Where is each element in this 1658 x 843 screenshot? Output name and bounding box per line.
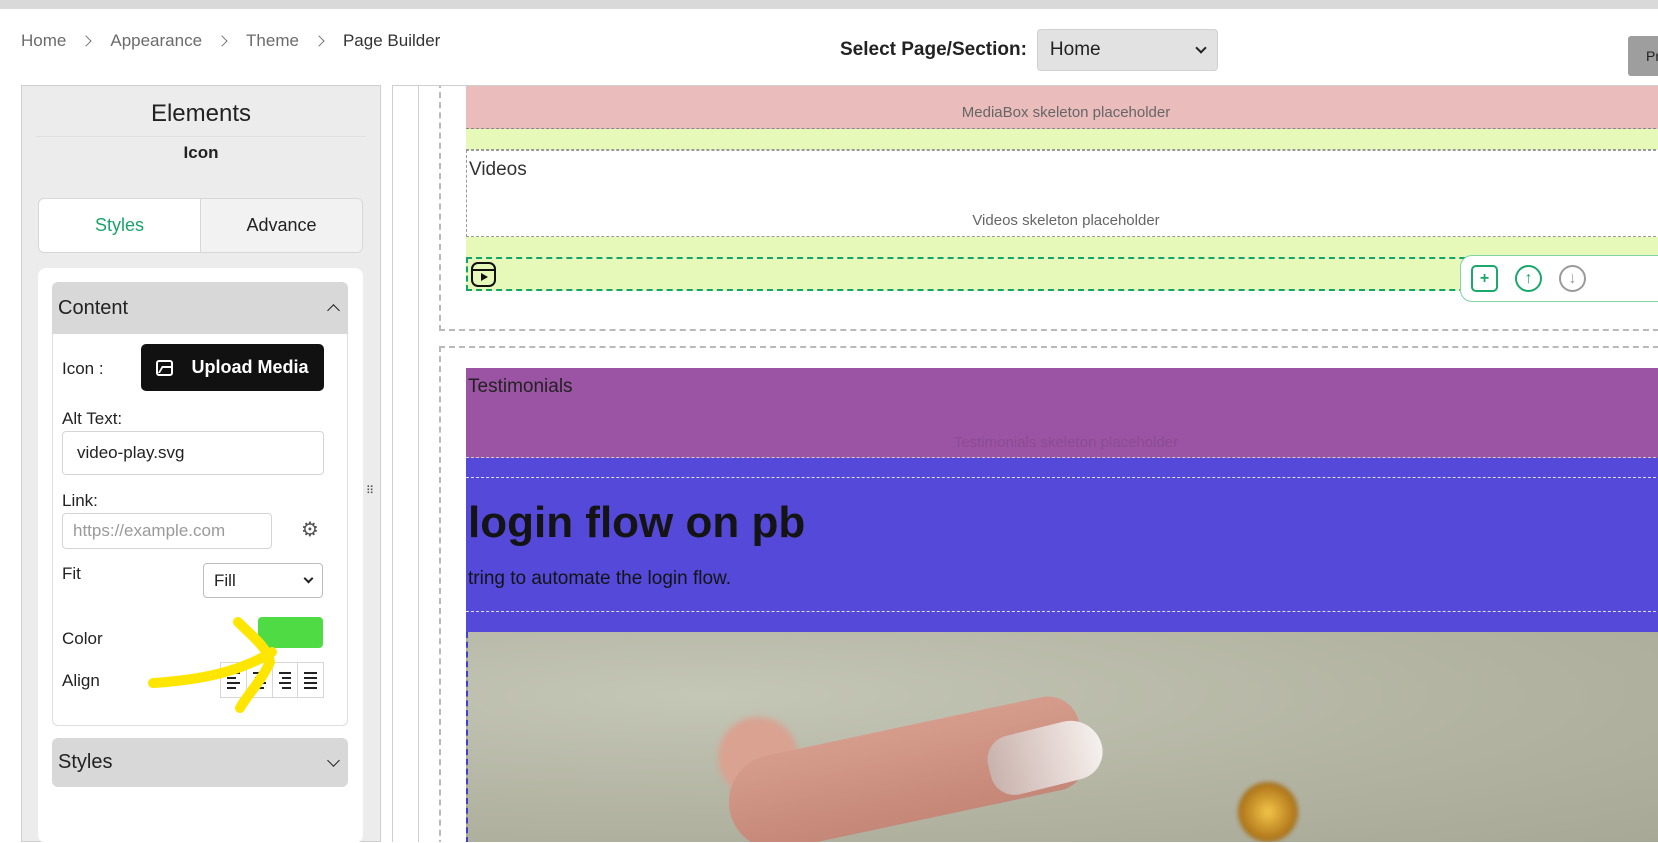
videos-title: Videos [469,159,527,180]
testimonials-title: Testimonials [468,376,573,397]
chevron-right-icon [80,35,93,47]
elements-panel: Elements Icon Styles Advance Content Ico… [21,85,381,843]
move-up-icon[interactable]: ↑ [1515,265,1542,292]
content-accordion-header[interactable]: Content [52,282,348,334]
gear-icon[interactable]: ⚙ [301,517,319,542]
testimonials-placeholder: Testimonials skeleton placeholder [953,434,1179,451]
panel-subtitle: Icon [36,136,366,163]
content-accordion-body: Icon : Upload Media Alt Text: video-play… [52,334,348,726]
icon-label: Icon : [62,359,104,378]
hero-photo[interactable] [466,632,1658,842]
panel-resize-handle[interactable]: ⠿ [366,486,374,506]
move-down-icon[interactable]: ↓ [1559,265,1586,292]
mediabox-block[interactable]: MediaBox skeleton placeholder [466,86,1658,129]
page-section-selector: Select Page/Section: Home [840,29,1218,71]
content-accordion-title: Content [58,296,129,319]
color-label: Color [62,629,103,648]
fit-select-value: Fill [214,570,236,590]
chevron-down-icon [303,573,314,584]
align-center-button[interactable] [247,663,273,697]
element-toolbar: + ↑ ↓ [1460,255,1658,302]
tab-styles[interactable]: Styles [39,199,201,252]
spacer-strip [466,612,1658,632]
breadcrumb-theme[interactable]: Theme [246,31,299,51]
align-justify-button[interactable] [298,663,323,697]
alt-text-input[interactable]: video-play.svg [62,431,324,475]
fit-label: Fit [62,564,81,583]
spacer-strip [466,458,1658,478]
alt-text-label: Alt Text: [62,409,123,428]
chevron-down-icon [327,753,340,767]
breadcrumb-appearance[interactable]: Appearance [110,31,202,51]
tab-advance[interactable]: Advance [201,199,362,252]
spacer-strip [466,129,1658,150]
settings-card: Content Icon : Upload Media Alt Text: vi… [38,268,363,843]
preview-button[interactable]: Pr [1628,36,1658,76]
hero-title: login flow on pb [468,498,806,547]
mediabox-placeholder: MediaBox skeleton placeholder [961,104,1171,121]
spacer-strip [466,237,1658,257]
link-input[interactable]: https://example.com [62,513,272,549]
builder-canvas: MediaBox skeleton placeholder Videos Vid… [392,85,1658,842]
breadcrumb: Home Appearance Theme Page Builder [21,31,440,51]
image-icon [156,359,174,376]
breadcrumb-home[interactable]: Home [21,31,66,51]
testimonials-block[interactable]: Testimonials Testimonials skeleton place… [466,368,1658,458]
align-label: Align [62,671,100,690]
duplicate-icon[interactable]: + [1471,265,1498,292]
hero-block[interactable]: login flow on pb tring to automate the l… [466,478,1658,612]
videos-placeholder: Videos skeleton placeholder [972,212,1160,229]
panel-title: Elements [150,100,252,127]
styles-accordion-header[interactable]: Styles [52,738,348,787]
canvas-page: MediaBox skeleton placeholder Videos Vid… [418,86,1658,842]
page-select-dropdown[interactable]: Home [1036,29,1218,71]
panel-tabs: Styles Advance [38,198,363,253]
video-play-icon[interactable] [471,262,496,287]
chevron-right-icon [313,35,325,47]
photo-gold-object [1238,782,1298,842]
fit-select[interactable]: Fill [203,563,323,598]
upload-media-label: Upload Media [191,357,309,377]
breadcrumb-page-builder: Page Builder [342,31,441,50]
hero-text: tring to automate the login flow. [468,568,731,589]
page-select-value: Home [1049,39,1101,60]
align-left-button[interactable] [221,663,247,697]
chevron-down-icon [1195,42,1207,54]
page-select-label: Select Page/Section: [840,39,1027,60]
videos-block[interactable]: Videos Videos skeleton placeholder [466,150,1658,237]
browser-top-strip [0,0,1658,9]
styles-accordion-title: Styles [58,751,113,773]
upload-media-button[interactable]: Upload Media [141,344,324,391]
color-picker-swatch[interactable] [258,617,323,648]
link-label: Link: [62,491,98,510]
align-button-group [220,662,324,698]
chevron-right-icon [216,35,228,47]
chevron-up-icon [327,304,340,317]
align-right-button[interactable] [273,663,299,697]
